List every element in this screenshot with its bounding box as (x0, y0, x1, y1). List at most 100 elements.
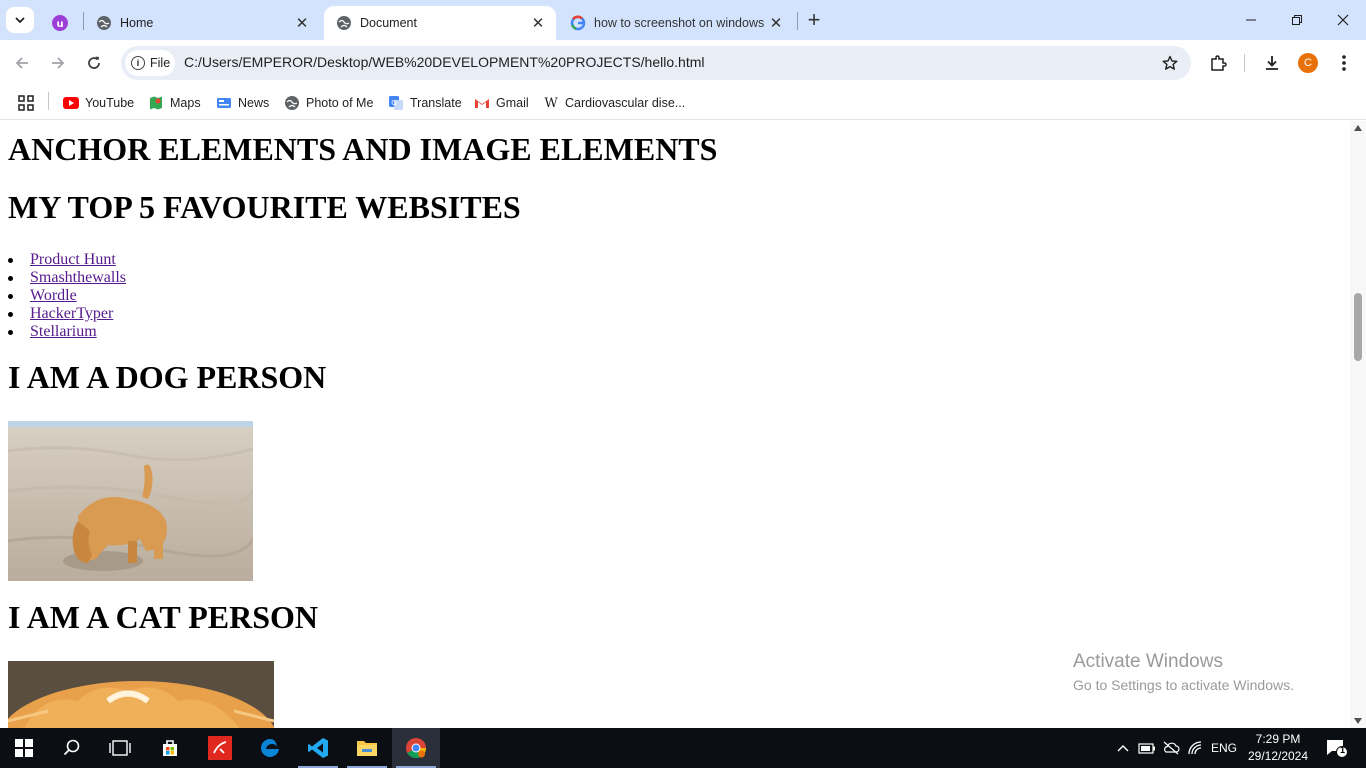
battery-status[interactable] (1136, 728, 1158, 768)
close-tab-icon[interactable]: ✕ (528, 13, 548, 33)
close-tab-icon[interactable]: ✕ (766, 13, 786, 33)
avatar: C (1298, 53, 1318, 73)
clock-time: 7:29 PM (1255, 732, 1301, 746)
page-heading-dog-person: I AM A DOG PERSON (8, 359, 327, 395)
close-window-button[interactable] (1320, 0, 1366, 40)
bookmark-label: Cardiovascular dise... (565, 96, 686, 110)
taskbar-file-explorer[interactable] (343, 728, 391, 768)
globe-icon (96, 15, 112, 31)
list-item: Product Hunt (8, 251, 126, 269)
purple-app-icon: u (52, 15, 68, 31)
restore-button[interactable] (1274, 0, 1320, 40)
taskbar-clock[interactable]: 7:29 PM 29/12/2024 (1242, 731, 1314, 765)
link-product-hunt[interactable]: Product Hunt (30, 251, 116, 268)
tab-search-button[interactable] (6, 7, 34, 33)
search-icon (63, 739, 80, 756)
tab-separator (797, 12, 798, 30)
taskbar-store[interactable] (146, 728, 194, 768)
taskbar-edge[interactable] (246, 728, 294, 768)
address-bar[interactable]: i File C:/Users/EMPEROR/Desktop/WEB%20DE… (121, 46, 1191, 80)
profile-button[interactable]: C (1293, 48, 1323, 78)
apps-button[interactable] (18, 92, 34, 114)
arrow-left-icon (15, 57, 28, 69)
show-hidden-icons-button[interactable] (1114, 728, 1132, 768)
taskbar-vscode[interactable] (294, 728, 342, 768)
minimize-button[interactable] (1228, 0, 1274, 40)
bookmark-youtube[interactable]: YouTube (63, 92, 134, 114)
page-heading-favourite-websites: MY TOP 5 FAVOURITE WEBSITES (8, 189, 521, 225)
tab-google-search[interactable]: how to screenshot on windows ✕ (558, 6, 794, 40)
bookmarks-bar: YouTube Maps News Photo of Me G Translat… (0, 86, 1366, 120)
task-view-icon (109, 740, 131, 756)
url-text[interactable]: C:/Users/EMPEROR/Desktop/WEB%20DEVELOPME… (184, 54, 704, 70)
battery-icon (1138, 743, 1155, 754)
link-wordle[interactable]: Wordle (30, 287, 77, 304)
network-status[interactable] (1184, 728, 1206, 768)
list-item: Wordle (8, 287, 126, 305)
tab-app[interactable]: u (40, 6, 82, 40)
scroll-up-arrow-icon[interactable] (1354, 125, 1362, 131)
input-language[interactable]: ENG (1208, 728, 1240, 768)
start-button[interactable] (0, 728, 48, 768)
bookmark-maps[interactable]: Maps (148, 92, 201, 114)
task-view-button[interactable] (96, 728, 144, 768)
link-smashthewalls[interactable]: Smashthewalls (30, 269, 126, 286)
vscode-icon (308, 738, 328, 758)
page-scrollbar[interactable] (1350, 121, 1366, 728)
reload-icon (88, 56, 100, 69)
tab-title: Document (360, 16, 417, 30)
bookmark-label: News (238, 96, 270, 110)
tab-document[interactable]: Document ✕ (324, 6, 556, 40)
link-hackertyper[interactable]: HackerTyper (30, 305, 113, 322)
browser-toolbar: i File C:/Users/EMPEROR/Desktop/WEB%20DE… (0, 40, 1366, 86)
minimize-icon (1246, 19, 1256, 21)
site-info-chip[interactable]: i File (125, 50, 175, 76)
bookmark-label: Photo of Me (306, 96, 374, 110)
wikipedia-icon: W (544, 95, 558, 111)
notification-count-badge: 1 (1340, 745, 1346, 755)
forward-button[interactable] (43, 48, 73, 78)
taskbar-pdf-app[interactable] (196, 728, 244, 768)
windows-logo-icon (15, 739, 33, 757)
bookmark-news[interactable]: News (216, 92, 269, 114)
list-item: Stellarium (8, 323, 126, 341)
onedrive-status[interactable] (1160, 728, 1182, 768)
apps-grid-icon (18, 95, 34, 111)
bookmark-translate[interactable]: G Translate (388, 92, 462, 114)
scroll-down-arrow-icon[interactable] (1354, 718, 1362, 724)
puzzle-icon (1211, 55, 1227, 71)
bookmark-star-button[interactable] (1159, 52, 1181, 74)
close-icon (1337, 14, 1349, 26)
activate-windows-watermark: Activate Windows Go to Settings to activ… (1073, 651, 1294, 693)
translate-icon: G (388, 95, 404, 111)
close-tab-icon[interactable]: ✕ (292, 13, 312, 33)
menu-button[interactable] (1329, 48, 1359, 78)
bookmark-gmail[interactable]: Gmail (474, 92, 529, 114)
bookmark-wikipedia[interactable]: W Cardiovascular dise... (543, 92, 685, 114)
scroll-thumb[interactable] (1354, 293, 1362, 361)
youtube-icon (63, 95, 79, 111)
reload-button[interactable] (79, 48, 109, 78)
tab-home[interactable]: Home ✕ (84, 6, 320, 40)
tab-title: how to screenshot on windows (594, 16, 765, 30)
new-tab-button[interactable]: + (802, 7, 826, 32)
bookmarks-separator (48, 92, 49, 110)
tab-strip: u Home ✕ Document ✕ how to screenshot on… (0, 0, 1366, 40)
watermark-subtitle: Go to Settings to activate Windows. (1073, 677, 1294, 693)
bookmark-photo-of-me[interactable]: Photo of Me (284, 92, 373, 114)
edge-icon (261, 739, 279, 757)
taskbar-search-button[interactable] (48, 728, 96, 768)
news-icon (216, 95, 232, 111)
page-heading-cat-person: I AM A CAT PERSON (8, 599, 318, 635)
download-icon (1266, 56, 1278, 70)
web-page-content: ANCHOR ELEMENTS AND IMAGE ELEMENTS MY TO… (0, 121, 1350, 728)
back-button[interactable] (7, 48, 37, 78)
link-stellarium[interactable]: Stellarium (30, 323, 97, 340)
bookmark-label: Gmail (496, 96, 529, 110)
notifications-button[interactable]: 1 (1320, 728, 1354, 768)
chrome-icon (406, 738, 427, 759)
taskbar-chrome[interactable] (392, 728, 440, 768)
favourite-websites-list: Product Hunt Smashthewalls Wordle Hacker… (8, 251, 126, 341)
downloads-button[interactable] (1257, 48, 1287, 78)
extensions-button[interactable] (1203, 48, 1233, 78)
